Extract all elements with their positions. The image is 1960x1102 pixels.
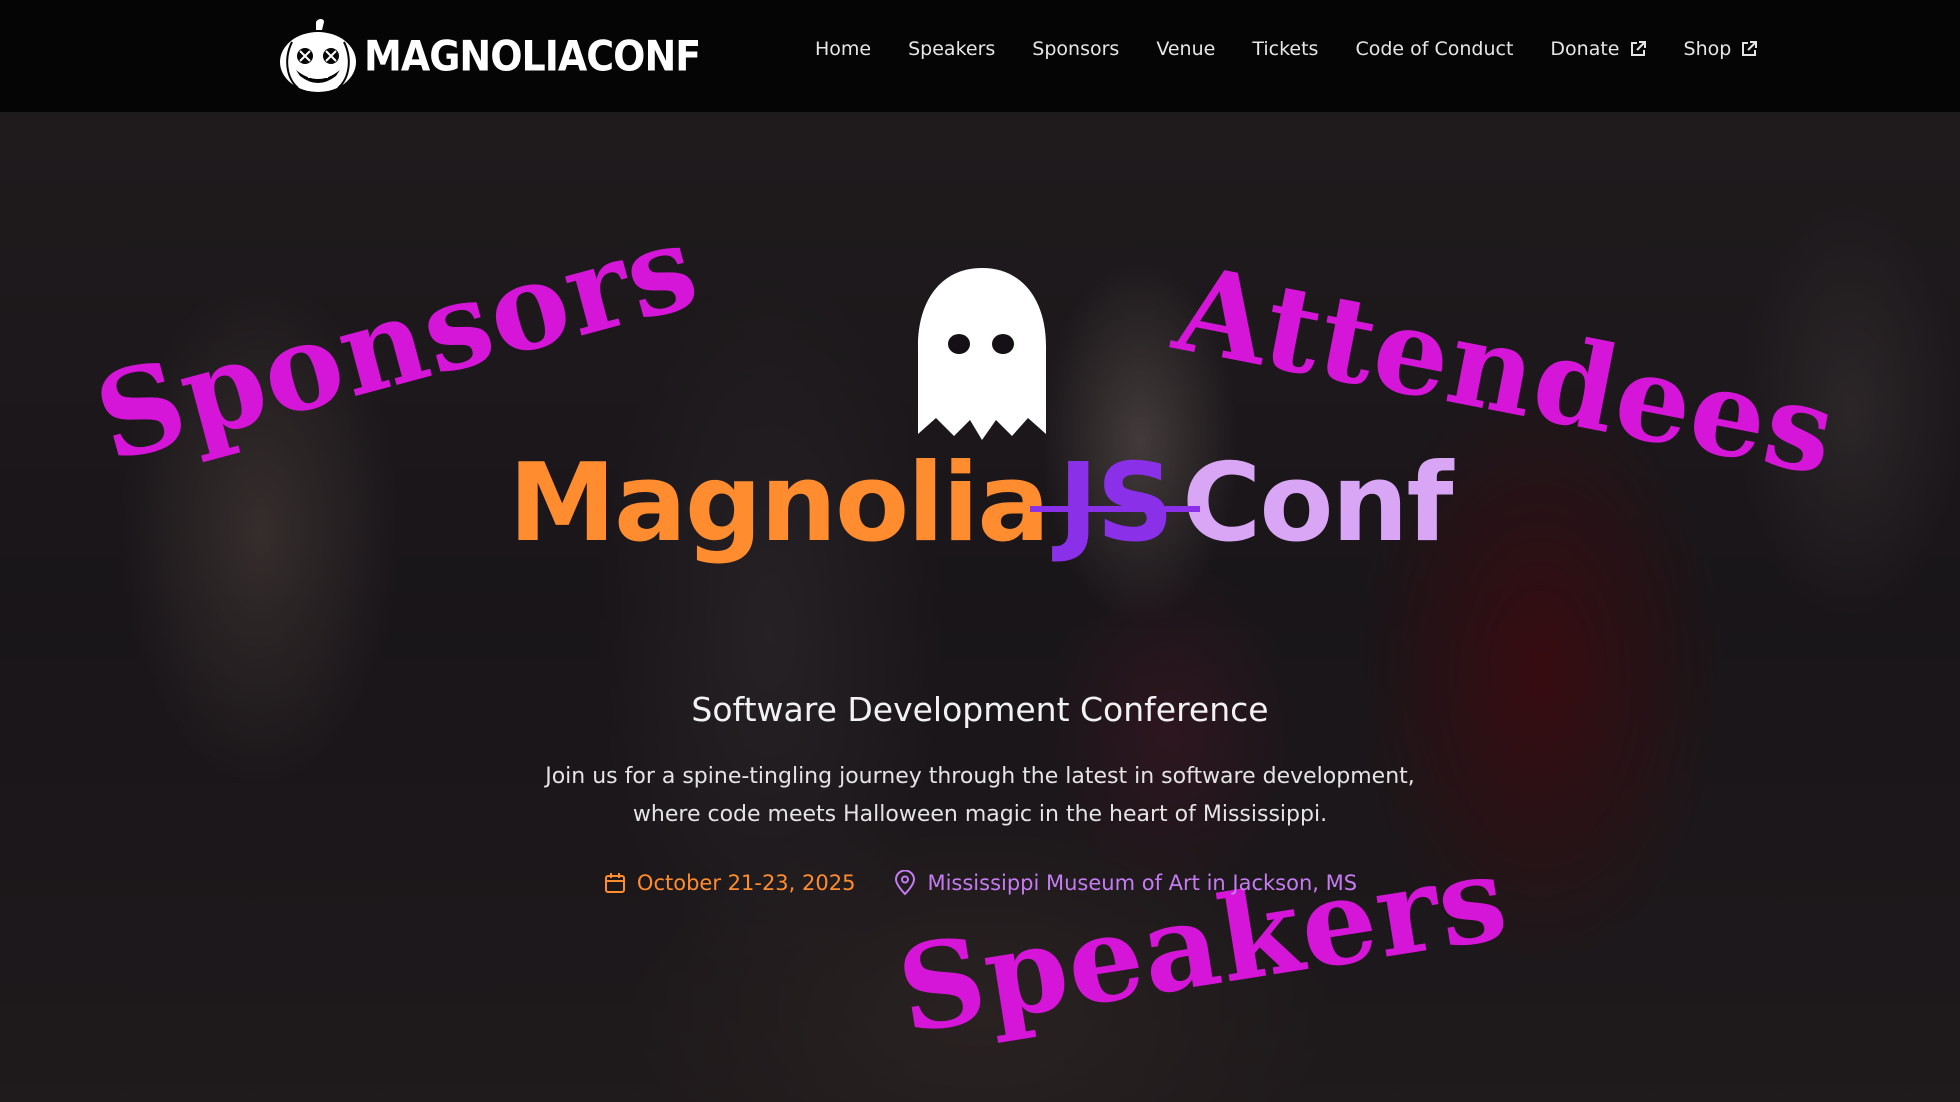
event-location: Mississippi Museum of Art in Jackson, MS — [893, 870, 1357, 896]
nav-home[interactable]: Home — [815, 38, 871, 60]
nav-code-of-conduct[interactable]: Code of Conduct — [1355, 38, 1513, 60]
site-logo[interactable]: MAGNOLIACONF — [278, 18, 701, 94]
event-date: October 21-23, 2025 — [603, 870, 856, 896]
nav-venue-label: Venue — [1156, 38, 1216, 60]
external-link-icon — [1630, 41, 1646, 56]
nav-tickets-label: Tickets — [1252, 38, 1319, 60]
top-navbar: MAGNOLIACONF Home Speakers Sponsors Venu… — [0, 0, 1960, 113]
pumpkin-logo-icon — [280, 19, 356, 92]
nav-shop[interactable]: Shop — [1684, 38, 1759, 60]
nav-speakers[interactable]: Speakers — [908, 38, 995, 60]
ghost-icon — [918, 268, 1046, 440]
event-meta: October 21-23, 2025 Mississippi Museum o… — [0, 870, 1960, 896]
nav-donate[interactable]: Donate — [1550, 38, 1646, 60]
event-location-text: Mississippi Museum of Art in Jackson, MS — [927, 871, 1358, 895]
main-menu: Home Speakers Sponsors Venue Tickets Cod… — [815, 38, 1758, 60]
map-pin-icon — [895, 870, 916, 896]
nav-home-label: Home — [815, 38, 872, 60]
nav-venue[interactable]: Venue — [1156, 38, 1215, 60]
title-js-struck: JS — [1030, 441, 1201, 566]
external-link-icon — [1742, 41, 1758, 56]
nav-code-of-conduct-label: Code of Conduct — [1355, 38, 1514, 60]
nav-speakers-label: Speakers — [908, 38, 996, 60]
logo-text: MAGNOLIACONF — [364, 31, 701, 81]
title-magnolia: Magnolia — [508, 441, 1051, 566]
nav-shop-label: Shop — [1683, 38, 1732, 60]
event-date-text: October 21-23, 2025 — [636, 871, 856, 895]
hero-section: Sponsors Attendees Speakers MagnoliaJSCo… — [0, 112, 1960, 1102]
nav-sponsors-label: Sponsors — [1032, 38, 1120, 60]
hero-title: MagnoliaJSConf — [0, 450, 1960, 558]
nav-tickets[interactable]: Tickets — [1252, 38, 1318, 60]
hero-description: Join us for a spine-tingling journey thr… — [545, 764, 1415, 827]
overlay-word-speakers: Speakers — [889, 827, 1517, 1061]
hero-subtitle: Software Development Conference — [691, 690, 1269, 729]
calendar-icon — [604, 873, 625, 893]
title-conf: Conf — [1182, 441, 1453, 566]
nav-sponsors[interactable]: Sponsors — [1032, 38, 1119, 60]
nav-donate-label: Donate — [1550, 38, 1620, 60]
